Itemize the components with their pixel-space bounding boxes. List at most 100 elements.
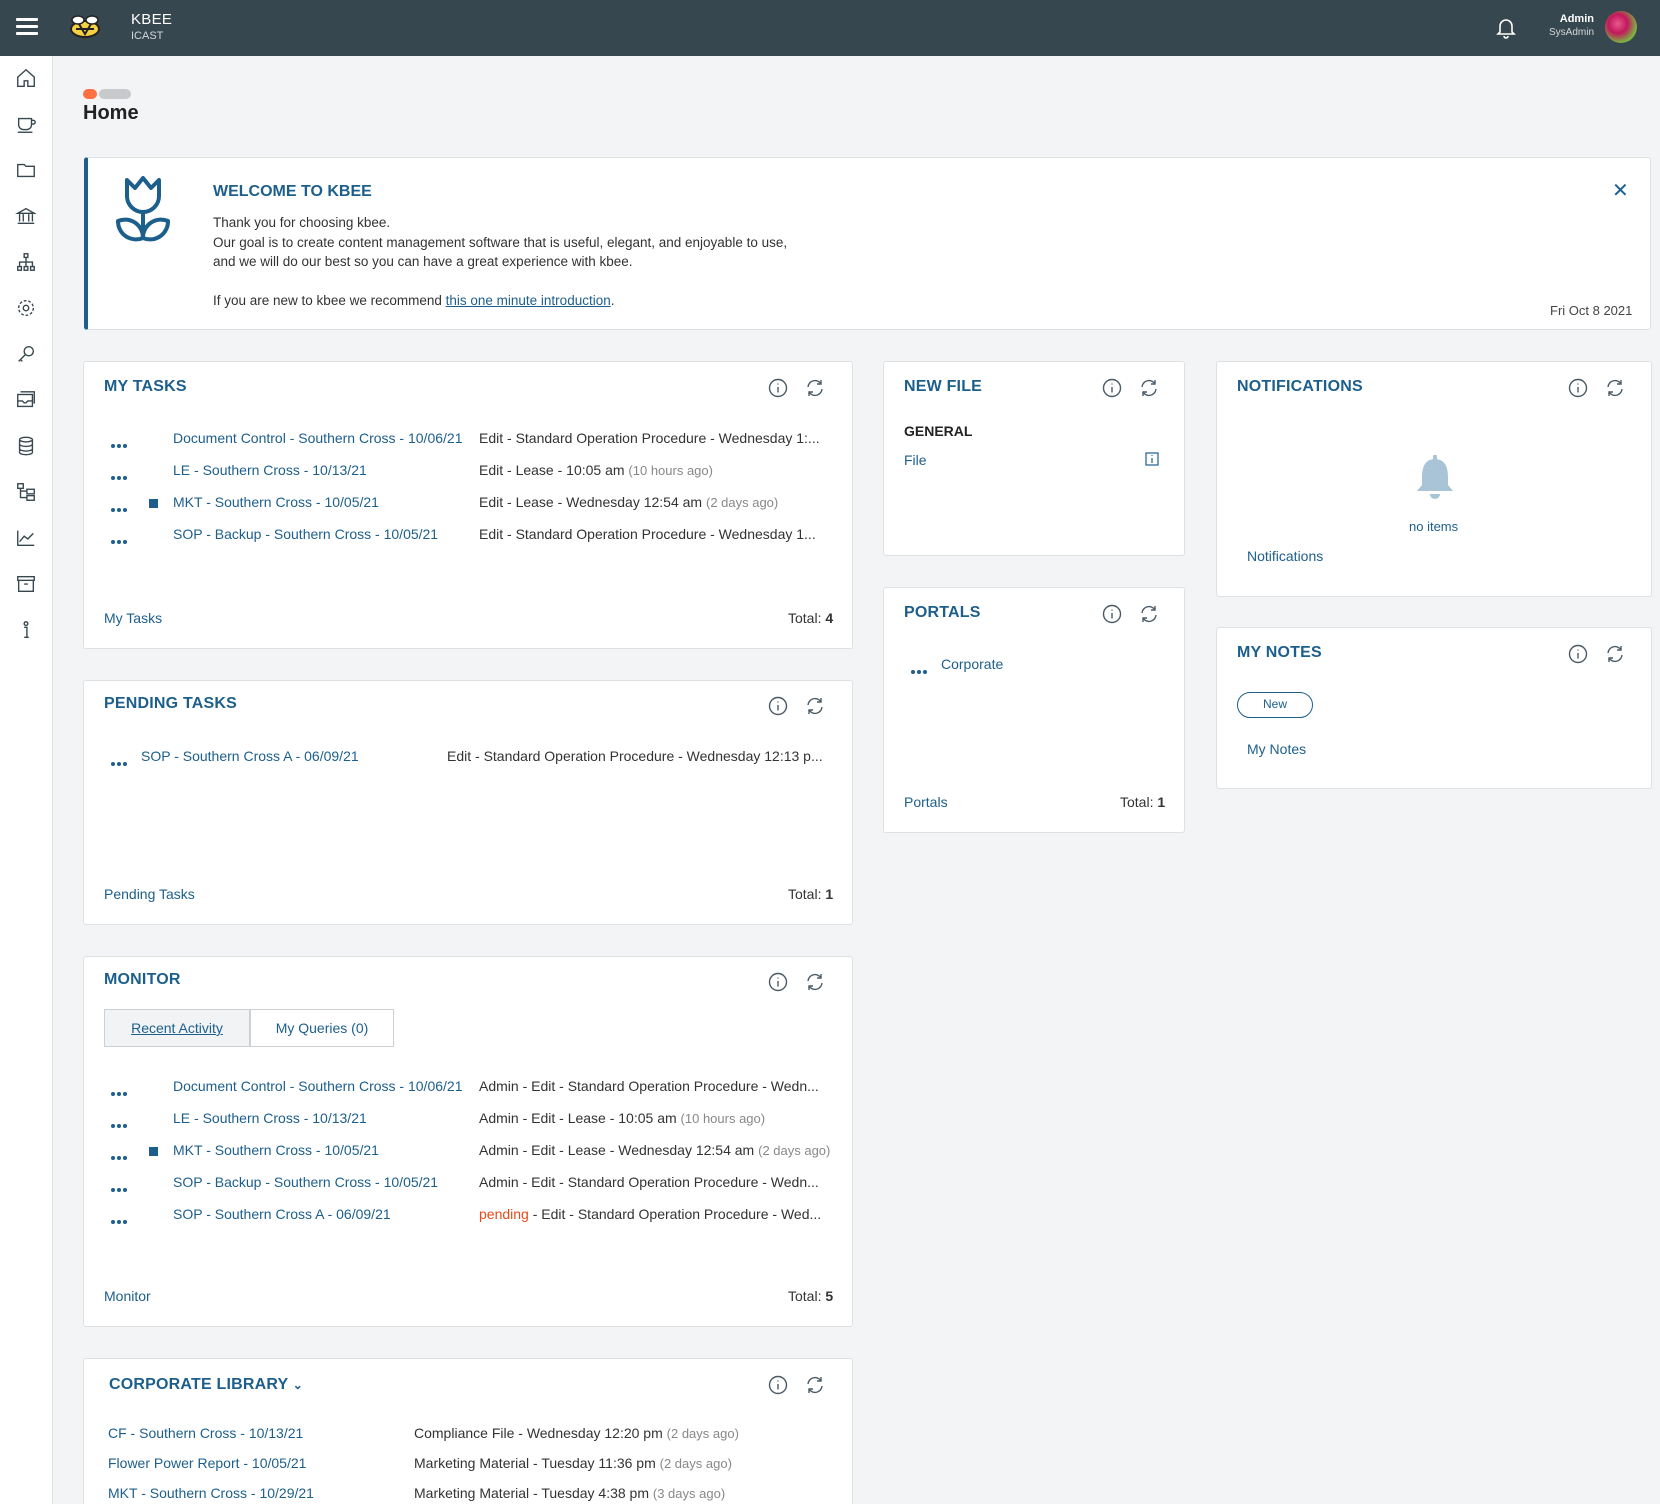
more-icon[interactable]	[111, 1115, 131, 1128]
activity-link[interactable]: Document Control - Southern Cross - 10/0…	[173, 1078, 462, 1094]
new-file-link[interactable]: File	[904, 452, 927, 468]
task-row[interactable]: Document Control - Southern Cross - 10/0…	[111, 430, 841, 450]
more-icon[interactable]	[111, 499, 131, 512]
refresh-icon[interactable]	[804, 377, 826, 399]
tab-my-queries[interactable]: My Queries (0)	[250, 1009, 394, 1047]
cup-icon[interactable]	[15, 113, 39, 137]
activity-link[interactable]: MKT - Southern Cross - 10/05/21	[173, 1142, 379, 1158]
activity-link[interactable]: SOP - Backup - Southern Cross - 10/05/21	[173, 1174, 438, 1190]
more-icon[interactable]	[911, 661, 931, 674]
more-icon[interactable]	[111, 753, 131, 766]
task-link[interactable]: LE - Southern Cross - 10/13/21	[173, 462, 367, 478]
corporate-library-title[interactable]: CORPORATE LIBRARY ⌄	[109, 1376, 303, 1394]
task-row[interactable]: MKT - Southern Cross - 10/05/21 Edit - L…	[111, 494, 841, 514]
refresh-icon[interactable]	[1138, 377, 1160, 399]
new-note-button[interactable]: New	[1237, 692, 1313, 718]
pending-tasks-link[interactable]: Pending Tasks	[104, 886, 195, 902]
database-icon[interactable]	[15, 435, 39, 459]
gear-icon[interactable]	[15, 297, 39, 321]
info-icon[interactable]	[1567, 643, 1589, 665]
user-name: Admin	[1559, 13, 1594, 25]
activity-row[interactable]: SOP - Backup - Southern Cross - 10/05/21…	[111, 1174, 841, 1194]
activity-row[interactable]: LE - Southern Cross - 10/13/21 Admin - E…	[111, 1110, 841, 1130]
pending-tasks-title: PENDING TASKS	[104, 695, 237, 712]
pending-row[interactable]: SOP - Southern Cross A - 06/09/21 Edit -…	[111, 748, 841, 768]
activity-desc-text: Admin - Edit - Lease - 10:05 am	[479, 1110, 681, 1126]
more-icon[interactable]	[111, 531, 131, 544]
activity-row[interactable]: SOP - Southern Cross A - 06/09/21 pendin…	[111, 1206, 841, 1226]
more-icon[interactable]	[111, 1211, 131, 1224]
pending-status: pending	[479, 1206, 529, 1222]
activity-row[interactable]: MKT - Southern Cross - 10/05/21 Admin - …	[111, 1142, 841, 1162]
library-link[interactable]: Flower Power Report - 10/05/21	[108, 1455, 306, 1471]
portals-link[interactable]: Portals	[904, 794, 948, 810]
library-link[interactable]: CF - Southern Cross - 10/13/21	[108, 1425, 303, 1441]
refresh-icon[interactable]	[1138, 603, 1160, 625]
my-notes-link[interactable]: My Notes	[1247, 741, 1306, 757]
library-row[interactable]: MKT - Southern Cross - 10/29/21 Marketin…	[108, 1485, 808, 1504]
notifications-link[interactable]: Notifications	[1247, 548, 1323, 564]
library-row[interactable]: CF - Southern Cross - 10/13/21 Complianc…	[108, 1425, 808, 1445]
task-row[interactable]: SOP - Backup - Southern Cross - 10/05/21…	[111, 526, 841, 546]
info-icon[interactable]	[767, 971, 789, 993]
sitemap-icon[interactable]	[15, 251, 39, 275]
task-row[interactable]: LE - Southern Cross - 10/13/21 Edit - Le…	[111, 462, 841, 482]
more-icon[interactable]	[111, 467, 131, 480]
chart-icon[interactable]	[15, 527, 39, 551]
menu-icon[interactable]	[16, 18, 38, 36]
more-icon[interactable]	[111, 1179, 131, 1192]
info-icon[interactable]	[767, 377, 789, 399]
more-icon[interactable]	[111, 1083, 131, 1096]
monitor-link[interactable]: Monitor	[104, 1288, 151, 1304]
task-link[interactable]: Document Control - Southern Cross - 10/0…	[173, 430, 462, 446]
pending-link[interactable]: SOP - Southern Cross A - 06/09/21	[141, 748, 359, 764]
activity-link[interactable]: LE - Southern Cross - 10/13/21	[173, 1110, 367, 1126]
home-icon[interactable]	[15, 67, 39, 91]
avatar[interactable]	[1605, 11, 1637, 43]
bell-icon[interactable]	[1494, 15, 1518, 39]
kbee-logo[interactable]	[66, 12, 104, 42]
library-icon[interactable]	[15, 205, 39, 229]
info-icon[interactable]	[767, 695, 789, 717]
portal-link[interactable]: Corporate	[941, 656, 1003, 672]
portal-row[interactable]: Corporate	[911, 656, 1161, 676]
refresh-icon[interactable]	[804, 695, 826, 717]
key-icon[interactable]	[15, 343, 39, 367]
info-icon[interactable]	[1101, 377, 1123, 399]
archive-icon[interactable]	[15, 573, 39, 597]
library-link[interactable]: MKT - Southern Cross - 10/29/21	[108, 1485, 314, 1501]
activity-link[interactable]: SOP - Southern Cross A - 06/09/21	[173, 1206, 391, 1222]
checkbox-marker[interactable]	[149, 499, 158, 508]
activity-row[interactable]: Document Control - Southern Cross - 10/0…	[111, 1078, 841, 1098]
info-icon[interactable]	[767, 1374, 789, 1396]
info-icon[interactable]	[1101, 603, 1123, 625]
task-link[interactable]: SOP - Backup - Southern Cross - 10/05/21	[173, 526, 438, 542]
info-square-icon[interactable]	[1145, 452, 1159, 466]
tree-icon[interactable]	[15, 481, 39, 505]
refresh-icon[interactable]	[1604, 377, 1626, 399]
portals-total: Total: 1	[1120, 794, 1165, 810]
refresh-icon[interactable]	[1604, 643, 1626, 665]
my-tasks-link[interactable]: My Tasks	[104, 610, 162, 626]
refresh-icon[interactable]	[804, 1374, 826, 1396]
library-row[interactable]: Flower Power Report - 10/05/21 Marketing…	[108, 1455, 808, 1475]
brand-subtitle: ICAST	[131, 30, 164, 42]
checkbox-marker[interactable]	[149, 1147, 158, 1156]
close-icon[interactable]: ✕	[1612, 178, 1629, 203]
more-icon[interactable]	[111, 435, 131, 448]
info-person-icon[interactable]	[15, 619, 39, 643]
user-info[interactable]: Admin SysAdmin	[1530, 13, 1594, 38]
activity-desc: Admin - Edit - Lease - 10:05 am (10 hour…	[479, 1110, 839, 1126]
folder-icon[interactable]	[15, 159, 39, 183]
welcome-title: WELCOME TO KBEE	[213, 183, 372, 200]
more-icon[interactable]	[111, 1147, 131, 1160]
portals-title: PORTALS	[904, 604, 981, 621]
refresh-icon[interactable]	[804, 971, 826, 993]
intro-link[interactable]: this one minute introduction	[446, 293, 611, 308]
inbox-icon[interactable]	[15, 389, 39, 413]
task-desc: Edit - Standard Operation Procedure - We…	[479, 526, 816, 542]
monitor-total: Total: 5	[788, 1288, 833, 1304]
tab-recent-activity[interactable]: Recent Activity	[104, 1009, 250, 1047]
info-icon[interactable]	[1567, 377, 1589, 399]
task-link[interactable]: MKT - Southern Cross - 10/05/21	[173, 494, 379, 510]
